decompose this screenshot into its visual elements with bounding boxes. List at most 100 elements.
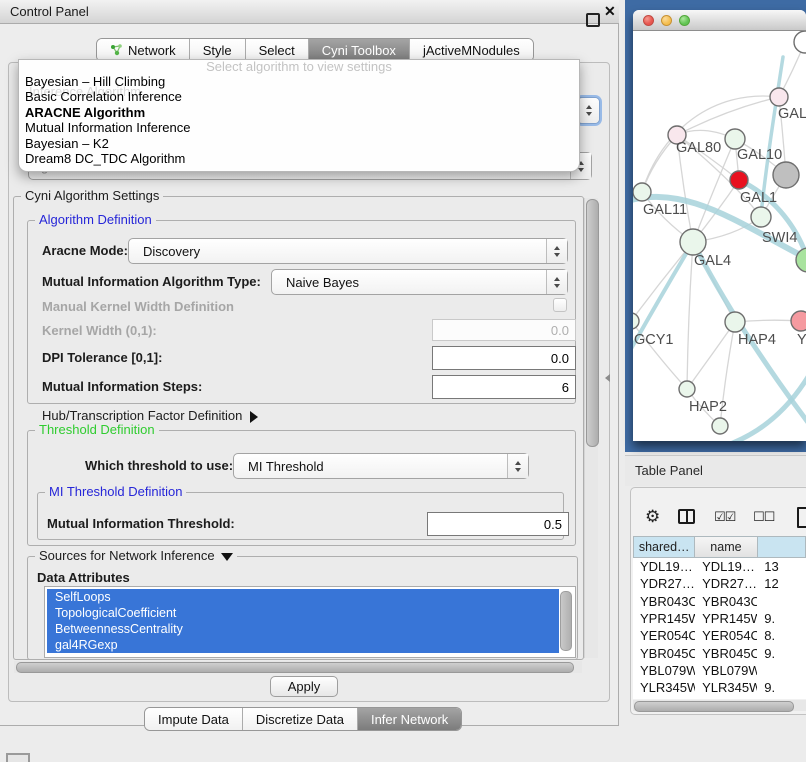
which-threshold-combo[interactable]: MI Threshold (233, 453, 529, 479)
columns-icon[interactable] (678, 509, 695, 524)
minimize-traffic-light-icon[interactable] (661, 15, 672, 26)
tab-select[interactable]: Select (246, 39, 309, 61)
table-cell[interactable]: YLR345W (633, 680, 695, 695)
attribute-list-item[interactable]: BetweennessCentrality (47, 621, 559, 637)
collapse-down-icon[interactable] (221, 553, 233, 561)
table-horizontal-scrollbar[interactable] (633, 700, 806, 711)
table-cell[interactable]: YER054C (695, 628, 757, 643)
list-scrollbar-thumb[interactable] (560, 591, 572, 651)
network-edge[interactable] (642, 135, 677, 192)
algorithm-option[interactable]: Bayesian – K2 (19, 136, 579, 151)
float-window-icon[interactable] (586, 13, 600, 27)
algorithm-option[interactable]: Mutual Information Inference (19, 120, 579, 135)
table-cell[interactable]: 9. (757, 646, 806, 661)
algorithm-option[interactable]: ARACNE Algorithm (19, 105, 579, 120)
table-hscroll-thumb[interactable] (634, 701, 794, 712)
algorithm-option[interactable]: Dream8 DC_TDC Algorithm (19, 151, 579, 166)
algorithm-option[interactable]: Bayesian – Hill Climbing (19, 74, 579, 89)
expand-right-icon[interactable] (250, 411, 258, 423)
network-node[interactable] (712, 418, 728, 434)
network-node-gcy1[interactable] (633, 313, 639, 329)
mi-steps-input[interactable]: 6 (432, 375, 576, 399)
table-cell[interactable]: 12 (757, 576, 806, 591)
tab-discretize-data[interactable]: Discretize Data (243, 708, 358, 730)
zoom-traffic-light-icon[interactable] (679, 15, 690, 26)
network-node-gal10[interactable] (725, 129, 745, 149)
file-icon[interactable] (797, 507, 806, 528)
network-node-gal7[interactable] (770, 88, 788, 106)
control-panel-titlebar[interactable]: Control Panel ✕ (0, 0, 619, 24)
network-edge[interactable] (687, 322, 735, 389)
settings-hscroll-thumb[interactable] (16, 662, 574, 673)
combo-spinner-icon[interactable] (546, 239, 567, 263)
settings-vertical-scrollbar[interactable] (584, 198, 598, 658)
apply-button[interactable]: Apply (270, 676, 338, 697)
gear-icon[interactable]: ⚙ (645, 507, 660, 527)
combo-spinner-icon[interactable] (507, 454, 528, 478)
network-window-titlebar[interactable] (633, 10, 806, 31)
network-edge[interactable] (677, 97, 779, 135)
aracne-mode-combo[interactable]: Discovery (128, 238, 568, 264)
network-node-gal1[interactable] (730, 171, 748, 189)
attribute-list-item[interactable]: TopologicalCoefficient (47, 605, 559, 621)
table-row[interactable]: YBR043CYBR043C (633, 593, 806, 610)
combo-spinner-icon[interactable] (546, 270, 567, 294)
table-cell[interactable]: YBR043C (695, 594, 757, 609)
tab-style[interactable]: Style (190, 39, 246, 61)
column-header[interactable] (758, 536, 806, 558)
table-cell[interactable]: YBR045C (633, 646, 695, 661)
tab-jactivemnodules[interactable]: jActiveMNodules (410, 39, 533, 61)
attribute-list-item[interactable]: gal4RGexp (47, 637, 559, 653)
network-node-hap4[interactable] (725, 312, 745, 332)
table-cell[interactable]: YPR145W (633, 611, 695, 626)
network-node[interactable] (773, 162, 799, 188)
mi-threshold-input[interactable]: 0.5 (427, 512, 569, 536)
tab-network[interactable]: Network (97, 39, 190, 61)
settings-vscroll-thumb[interactable] (586, 199, 599, 447)
manual-kernel-checkbox[interactable] (553, 298, 567, 312)
network-node-gal4[interactable] (680, 229, 706, 255)
network-node-y[interactable] (791, 311, 806, 331)
network-node[interactable] (794, 31, 806, 53)
attribute-list-item[interactable]: SelfLoops (47, 589, 559, 605)
table-row[interactable]: YDR27…YDR27…12 (633, 575, 806, 592)
minimized-panel-icon[interactable] (6, 753, 30, 762)
table-cell[interactable]: YBL079W (633, 663, 695, 678)
table-row[interactable]: YER054CYER054C8. (633, 627, 806, 644)
close-traffic-light-icon[interactable] (643, 15, 654, 26)
table-cell[interactable]: YER054C (633, 628, 695, 643)
table-row[interactable]: YDL19…YDL19…13 (633, 558, 806, 575)
close-window-icon[interactable]: ✕ (604, 3, 616, 20)
table-cell[interactable]: YDR27… (695, 576, 757, 591)
table-cell[interactable]: YPR145W (695, 611, 757, 626)
splitter-handle-icon[interactable] (605, 374, 610, 382)
settings-horizontal-scrollbar[interactable] (14, 661, 582, 673)
mi-type-combo[interactable]: Naive Bayes (271, 269, 568, 295)
kernel-width-input[interactable]: 0.0 (432, 319, 576, 341)
table-cell[interactable]: YDR27… (633, 576, 695, 591)
dpi-tolerance-input[interactable]: 0.0 (432, 346, 576, 370)
tab-cyni-toolbox[interactable]: Cyni Toolbox (309, 39, 410, 61)
table-row[interactable]: YPR145WYPR145W9. (633, 610, 806, 627)
table-row[interactable]: YIL052CYIL052C9 (633, 696, 806, 699)
table-cell[interactable]: YLR345W (695, 680, 757, 695)
network-node-swi4[interactable] (751, 207, 771, 227)
table-cell[interactable]: YBR043C (633, 594, 695, 609)
table-row[interactable]: YLR345WYLR345W9. (633, 679, 806, 696)
table-cell[interactable]: 13 (757, 559, 806, 574)
table-row[interactable]: YBL079WYBL079W (633, 662, 806, 679)
column-header[interactable]: name (695, 536, 757, 558)
network-node-hap2[interactable] (679, 381, 695, 397)
network-canvas[interactable]: GAL7GAL80GAL10GAL1GAL11SWI4GAL4GCY1HAP4Y… (633, 31, 806, 441)
table-cell[interactable]: YBR045C (695, 646, 757, 661)
data-attributes-list[interactable]: SelfLoopsTopologicalCoefficientBetweenne… (44, 586, 576, 658)
hub-definition-toggle[interactable]: Hub/Transcription Factor Definition (42, 408, 258, 423)
tab-infer-network[interactable]: Infer Network (358, 708, 461, 730)
table-row[interactable]: YBR045CYBR045C9. (633, 644, 806, 661)
table-cell[interactable]: YDL19… (633, 559, 695, 574)
network-edge[interactable] (687, 242, 693, 389)
select-all-icon[interactable]: ☑☑ (714, 510, 735, 525)
table-cell[interactable]: YDL19… (695, 559, 757, 574)
algorithm-option[interactable]: Basic Correlation Inference (19, 89, 579, 104)
deselect-all-icon[interactable]: ☐☐ (753, 510, 774, 525)
